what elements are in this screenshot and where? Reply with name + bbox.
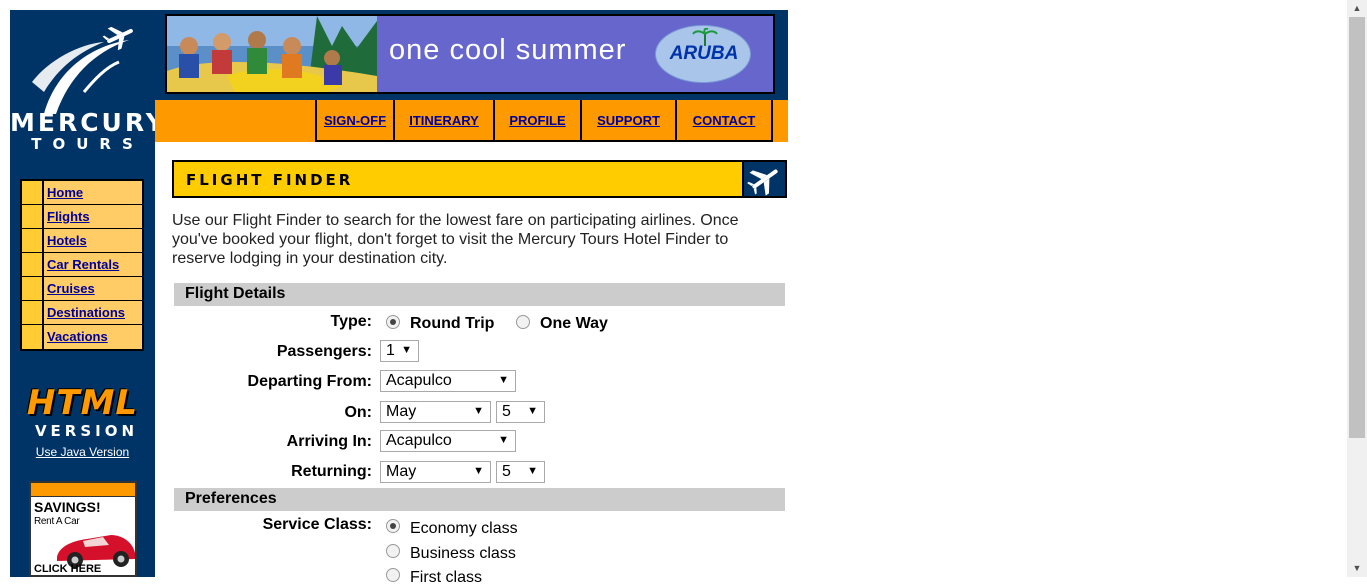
aruba-banner-ad[interactable]: one cool summer ARUBA xyxy=(165,14,775,94)
one-way-radio[interactable] xyxy=(516,315,530,329)
arriving-in-select[interactable]: Acapulco ▼ xyxy=(380,430,516,452)
airplane-swoosh-icon xyxy=(32,26,133,114)
departing-from-value: Acapulco xyxy=(386,372,452,389)
ad-subtitle: Rent A Car xyxy=(34,516,80,527)
on-label: On: xyxy=(344,404,372,421)
bullet xyxy=(22,253,44,276)
round-trip-radio[interactable] xyxy=(386,315,400,329)
first-class-radio[interactable] xyxy=(386,568,400,582)
arriving-in-value: Acapulco xyxy=(386,432,452,449)
sidebar-item-vacations[interactable]: Vacations xyxy=(22,325,142,349)
depart-month-select[interactable]: May ▼ xyxy=(380,401,491,423)
ad-title: SAVINGS! xyxy=(34,499,101,515)
preferences-heading: Preferences xyxy=(174,488,785,511)
aruba-logo: ARUBA xyxy=(655,25,751,83)
flight-finder-icon-box xyxy=(742,160,787,198)
return-month-value: May xyxy=(386,463,417,480)
passengers-value: 1 xyxy=(386,342,395,359)
scroll-down-arrow-icon[interactable]: ▼ xyxy=(1347,560,1367,577)
bullet xyxy=(22,301,44,324)
top-navigation: SIGN-OFF ITINERARY PROFILE SUPPORT CONTA… xyxy=(315,100,773,142)
nav-profile[interactable]: PROFILE xyxy=(495,100,582,142)
round-trip-label: Round Trip xyxy=(410,315,495,332)
first-class-label: First class xyxy=(410,569,482,586)
bullet xyxy=(22,205,44,228)
arriving-in-label: Arriving In: xyxy=(286,433,372,450)
sidebar-link[interactable]: Destinations xyxy=(44,301,142,324)
flight-finder-header: FLIGHT FINDER xyxy=(172,160,742,198)
chevron-down-icon: ▼ xyxy=(498,434,509,446)
departing-from-select[interactable]: Acapulco ▼ xyxy=(380,370,516,392)
chevron-down-icon: ▼ xyxy=(401,344,412,356)
one-way-label: One Way xyxy=(540,315,608,332)
left-column: MERCURY TOURS Home Flights Hotels Car Re… xyxy=(10,10,167,577)
chevron-down-icon: ▼ xyxy=(527,405,538,417)
nav-support[interactable]: SUPPORT xyxy=(582,100,677,142)
sidebar-item-flights[interactable]: Flights xyxy=(22,205,142,229)
html-badge-text: HTML xyxy=(26,383,139,423)
chevron-down-icon: ▼ xyxy=(527,465,538,477)
departing-from-label: Departing From: xyxy=(247,373,372,390)
sidebar-item-cruises[interactable]: Cruises xyxy=(22,277,142,301)
scroll-up-arrow-icon[interactable]: ▲ xyxy=(1347,0,1367,17)
beach-photo-image xyxy=(167,16,377,92)
sidebar-link[interactable]: Car Rentals xyxy=(44,253,142,276)
nav-itinerary[interactable]: ITINERARY xyxy=(395,100,495,142)
logo-title: MERCURY xyxy=(10,108,167,137)
rent-a-car-ad[interactable]: SAVINGS! Rent A Car CLICK HERE xyxy=(29,481,137,577)
bullet xyxy=(22,229,44,252)
sidebar-link[interactable]: Flights xyxy=(44,205,142,228)
business-class-radio[interactable] xyxy=(386,544,400,558)
airplane-icon xyxy=(747,169,778,196)
sidebar-link[interactable]: Hotels xyxy=(44,229,142,252)
nav-sign-off[interactable]: SIGN-OFF xyxy=(317,100,395,142)
sidebar-link[interactable]: Cruises xyxy=(44,277,142,300)
economy-class-radio[interactable] xyxy=(386,519,400,533)
aruba-wordmark: ARUBA xyxy=(669,43,739,64)
chevron-down-icon: ▼ xyxy=(473,465,484,477)
chevron-down-icon: ▼ xyxy=(473,405,484,417)
flight-details-heading: Flight Details xyxy=(174,283,785,306)
page-title: FLIGHT FINDER xyxy=(186,171,354,189)
ad-top-strip xyxy=(31,483,135,497)
depart-day-select[interactable]: 5 ▼ xyxy=(496,401,545,423)
return-day-select[interactable]: 5 ▼ xyxy=(496,461,545,483)
sidebar-link[interactable]: Home xyxy=(44,181,142,204)
flight-finder-intro: Use our Flight Finder to search for the … xyxy=(172,212,739,267)
use-java-version-link[interactable]: Use Java Version xyxy=(10,445,155,459)
sidebar-link[interactable]: Vacations xyxy=(44,325,142,349)
return-day-value: 5 xyxy=(502,463,511,480)
passengers-label: Passengers: xyxy=(276,343,372,360)
banner-slogan: one cool summer xyxy=(389,34,627,66)
sidebar-item-destinations[interactable]: Destinations xyxy=(22,301,142,325)
service-class-label: Service Class: xyxy=(262,516,372,533)
economy-class-label: Economy class xyxy=(410,520,518,537)
sidebar-item-home[interactable]: Home xyxy=(22,181,142,205)
returning-label: Returning: xyxy=(291,463,372,480)
html-version-badge: HTML VERSION Use Java Version xyxy=(10,375,155,470)
chevron-down-icon: ▼ xyxy=(498,374,509,386)
depart-day-value: 5 xyxy=(502,403,511,420)
scrollbar-thumb[interactable] xyxy=(1349,17,1365,438)
bullet xyxy=(22,181,44,204)
depart-month-value: May xyxy=(386,403,417,420)
bullet xyxy=(22,325,44,349)
sidebar-item-car-rentals[interactable]: Car Rentals xyxy=(22,253,142,277)
sidebar-item-hotels[interactable]: Hotels xyxy=(22,229,142,253)
logo-subtitle: TOURS xyxy=(31,135,144,153)
side-navigation: Home Flights Hotels Car Rentals Cruises … xyxy=(20,179,144,351)
ad-cta[interactable]: CLICK HERE xyxy=(34,563,101,575)
passengers-select[interactable]: 1 ▼ xyxy=(380,340,419,362)
mercury-tours-logo[interactable]: MERCURY TOURS xyxy=(10,10,167,170)
type-label: Type: xyxy=(330,313,372,330)
bullet xyxy=(22,277,44,300)
return-month-select[interactable]: May ▼ xyxy=(380,461,491,483)
html-badge-version: VERSION xyxy=(34,422,139,440)
nav-contact[interactable]: CONTACT xyxy=(677,100,773,142)
vertical-scrollbar[interactable]: ▲ ▼ xyxy=(1347,0,1367,577)
business-class-label: Business class xyxy=(410,545,516,562)
